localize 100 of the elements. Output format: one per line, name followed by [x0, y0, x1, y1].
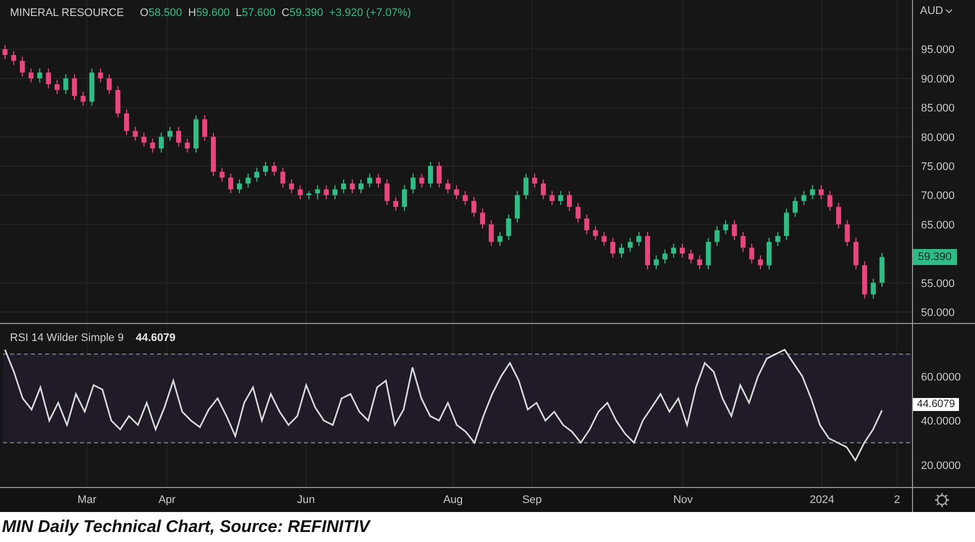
ohlc-value: 59.390: [289, 7, 324, 19]
candle: [654, 254, 659, 270]
candle: [818, 184, 824, 200]
candle: [80, 91, 86, 106]
axis-label: Apr: [158, 494, 176, 506]
candle: [680, 243, 685, 258]
candle: [436, 161, 442, 188]
candle: [402, 184, 407, 212]
candle: [488, 220, 494, 246]
candle: [236, 178, 242, 194]
candle: [315, 184, 320, 200]
candle: [393, 196, 398, 212]
candle: [115, 85, 120, 118]
candle: [246, 173, 251, 188]
candle: [184, 138, 190, 154]
candle: [124, 108, 130, 136]
axis-label: 20.0000: [921, 460, 961, 472]
last-price-tag: 59.390: [913, 249, 957, 266]
candle: [524, 173, 528, 200]
candle: [11, 50, 16, 66]
candle: [844, 220, 850, 246]
candle: [306, 190, 312, 200]
candle: [827, 190, 832, 212]
candle: [836, 202, 842, 229]
candle: [63, 74, 68, 95]
axis-label: Aug: [443, 494, 463, 506]
candle: [610, 237, 616, 258]
candle: [584, 214, 590, 235]
axis-label: 80.000: [921, 132, 955, 144]
axis-label: 75.000: [921, 160, 955, 173]
candle: [662, 248, 668, 264]
axis-label: 95.000: [921, 44, 955, 56]
candle: [445, 178, 450, 194]
candle: [98, 68, 104, 83]
candle: [106, 74, 112, 95]
candle: [132, 126, 138, 142]
axis-label: 50.000: [921, 306, 955, 319]
ohlc-label: L: [236, 7, 242, 19]
candle: [550, 190, 555, 206]
candle: [706, 237, 711, 270]
candle: [497, 231, 502, 246]
candle: [419, 173, 424, 188]
axis-label: 60.0000: [921, 371, 961, 384]
candle: [576, 202, 581, 224]
candle: [384, 178, 390, 206]
candle: [758, 254, 763, 270]
candle: [592, 226, 598, 241]
axis-label: Jun: [297, 494, 315, 506]
settings-icon[interactable]: [935, 493, 949, 507]
ohlc-value: 57.600: [242, 7, 276, 19]
candle: [766, 237, 772, 270]
candle: [28, 68, 34, 83]
candle: [619, 243, 624, 258]
candle: [480, 208, 486, 229]
axis-label: 2: [894, 494, 900, 506]
axis-label: Nov: [673, 494, 693, 506]
candle: [810, 184, 816, 200]
caret-icon: [945, 8, 954, 14]
candle: [358, 178, 364, 194]
candle: [462, 190, 468, 206]
candle: [410, 173, 416, 194]
rsi-value-tag: 44.6079: [913, 398, 959, 412]
candle: [141, 132, 146, 148]
candle: [454, 184, 460, 200]
ohlc-value: 59.600: [196, 7, 230, 19]
candle: [289, 178, 294, 194]
candle: [228, 173, 234, 194]
candle: [566, 190, 572, 212]
candle: [298, 184, 303, 200]
candle: [602, 231, 607, 246]
candle: [870, 278, 876, 300]
candle: [636, 231, 642, 246]
candle: [89, 68, 94, 106]
price-change: +3.920 (+7.07%): [329, 7, 412, 19]
axis-label: 90.000: [921, 73, 955, 86]
axis-label: 2024: [810, 494, 834, 506]
candle: [671, 243, 676, 258]
ohlc-label: O: [140, 7, 148, 19]
candle: [150, 138, 156, 154]
candle: [158, 132, 164, 154]
axis-label: 40.0000: [921, 416, 961, 428]
candle: [376, 173, 381, 188]
candle: [714, 226, 720, 246]
axis-label: 85.000: [921, 102, 955, 115]
candle: [263, 161, 268, 176]
ohlc-label: C: [282, 7, 290, 19]
candle: [202, 114, 208, 142]
candle: [749, 243, 754, 264]
candle: [350, 178, 355, 194]
currency-dropdown[interactable]: AUD: [920, 5, 954, 17]
candle: [20, 56, 25, 78]
candle: [558, 190, 564, 206]
candle: [210, 132, 216, 176]
candle: [176, 126, 182, 148]
chart-caption: MIN Daily Technical Chart, Source: REFINITIV: [1, 516, 372, 537]
candle: [194, 114, 199, 154]
candle: [784, 208, 789, 241]
indicator-reading: 44.6079: [136, 332, 176, 344]
candle: [732, 220, 737, 241]
candle: [645, 231, 650, 270]
